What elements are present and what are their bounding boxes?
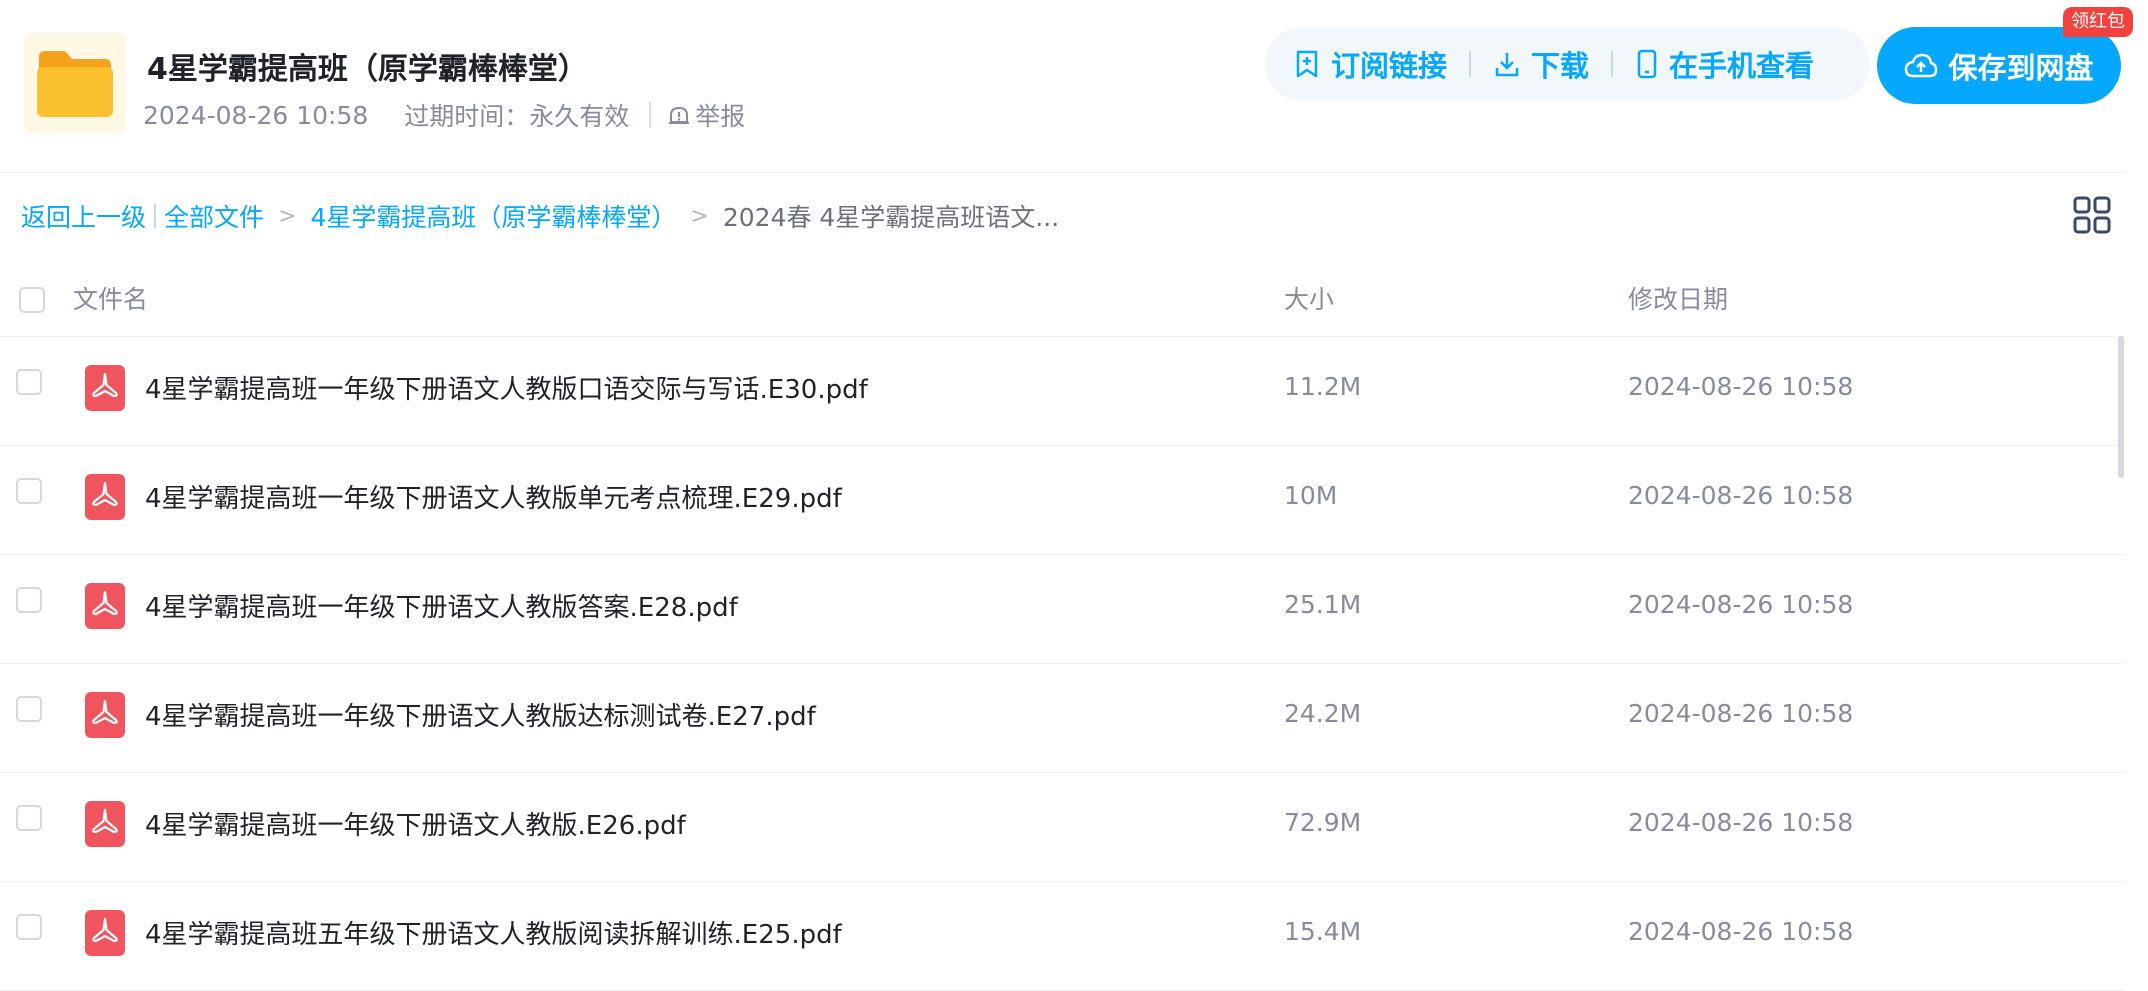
grid-view-icon[interactable] <box>2073 196 2111 234</box>
pdf-file-icon <box>85 910 125 956</box>
parent-folder-link[interactable]: 4星学霸提高班（原学霸棒棒堂） <box>310 198 676 234</box>
row-checkbox[interactable] <box>16 914 42 940</box>
view-on-mobile-button[interactable]: 在手机查看 <box>1635 43 1814 85</box>
download-label: 下载 <box>1531 49 1590 83</box>
select-all-checkbox[interactable] <box>19 287 45 313</box>
file-size: 15.4M <box>1284 917 1362 946</box>
folder-thumbnail <box>24 33 126 133</box>
back-link[interactable]: 返回上一级 <box>21 198 146 234</box>
table-row[interactable]: 4星学霸提高班一年级下册语文人教版.E26.pdf 72.9M 2024-08-… <box>0 773 2125 882</box>
download-button[interactable]: 下载 <box>1493 43 1589 85</box>
file-date: 2024-08-26 10:58 <box>1628 808 1854 837</box>
subscribe-button[interactable]: 订阅链接 <box>1293 43 1447 85</box>
file-name[interactable]: 4星学霸提高班一年级下册语文人教版达标测试卷.E27.pdf <box>145 696 816 733</box>
file-size: 11.2M <box>1284 372 1362 401</box>
subscribe-label: 订阅链接 <box>1331 49 1448 83</box>
table-row[interactable]: 4星学霸提高班一年级下册语文人教版口语交际与写话.E30.pdf 11.2M 2… <box>0 337 2125 446</box>
action-divider <box>1469 51 1472 77</box>
chevron-right-icon: > <box>690 203 709 229</box>
row-checkbox[interactable] <box>16 587 42 613</box>
file-date: 2024-08-26 10:58 <box>1628 699 1854 728</box>
file-name[interactable]: 4星学霸提高班一年级下册语文人教版答案.E28.pdf <box>145 587 738 624</box>
pdf-file-icon <box>85 583 125 629</box>
report-link[interactable]: 举报 <box>667 97 745 133</box>
pdf-file-icon <box>85 692 125 738</box>
table-row[interactable]: 4星学霸提高班五年级下册语文人教版阅读拆解训练.E25.pdf 15.4M 20… <box>0 882 2125 991</box>
table-row[interactable]: 4星学霸提高班一年级下册语文人教版达标测试卷.E27.pdf 24.2M 202… <box>0 664 2125 773</box>
file-date: 2024-08-26 10:58 <box>1628 372 1854 401</box>
file-name[interactable]: 4星学霸提高班一年级下册语文人教版单元考点梳理.E29.pdf <box>145 478 842 515</box>
column-size[interactable]: 大小 <box>1284 280 1334 316</box>
action-group: 订阅链接 下载 在手机查看 <box>1265 27 1870 101</box>
alert-icon <box>669 106 690 124</box>
mobile-label: 在手机查看 <box>1669 49 1815 83</box>
breadcrumb: 返回上一级 全部文件 > 4星学霸提高班（原学霸棒棒堂） > 2024春 4星学… <box>21 199 1059 233</box>
breadcrumb-divider <box>154 204 157 228</box>
action-divider <box>1611 51 1614 77</box>
save-to-cloud-button[interactable]: 保存到网盘 <box>1877 27 2121 104</box>
row-checkbox[interactable] <box>16 805 42 831</box>
pdf-file-icon <box>85 474 125 520</box>
row-checkbox[interactable] <box>16 696 42 722</box>
pdf-file-icon <box>85 801 125 847</box>
red-packet-badge[interactable]: 领红包 <box>2063 7 2133 37</box>
column-date[interactable]: 修改日期 <box>1628 280 1728 316</box>
all-files-link[interactable]: 全部文件 <box>164 198 264 234</box>
pdf-file-icon <box>85 365 125 411</box>
folder-icon <box>37 51 113 117</box>
row-checkbox[interactable] <box>16 478 42 504</box>
bookmark-plus-icon <box>1296 50 1318 78</box>
file-date: 2024-08-26 10:58 <box>1628 481 1854 510</box>
file-size: 10M <box>1284 481 1338 510</box>
share-meta: 2024-08-26 10:58 过期时间：永久有效 举报 <box>143 97 745 133</box>
file-name[interactable]: 4星学霸提高班一年级下册语文人教版.E26.pdf <box>145 805 686 842</box>
file-size: 72.9M <box>1284 808 1362 837</box>
file-date: 2024-08-26 10:58 <box>1628 590 1854 619</box>
column-name[interactable]: 文件名 <box>73 280 148 316</box>
table-row[interactable]: 4星学霸提高班一年级下册语文人教版答案.E28.pdf 25.1M 2024-0… <box>0 555 2125 664</box>
report-label: 举报 <box>695 102 746 131</box>
download-icon <box>1495 53 1519 77</box>
phone-icon <box>1637 49 1657 79</box>
current-folder: 2024春 4星学霸提高班语文... <box>722 203 1060 232</box>
file-size: 24.2M <box>1284 699 1362 728</box>
scrollbar-thumb[interactable] <box>2118 336 2124 478</box>
file-name[interactable]: 4星学霸提高班一年级下册语文人教版口语交际与写话.E30.pdf <box>145 369 868 406</box>
table-row[interactable]: 4星学霸提高班一年级下册语文人教版单元考点梳理.E29.pdf 10M 2024… <box>0 446 2125 555</box>
expire-text: 过期时间：永久有效 <box>404 102 630 131</box>
file-list: 4星学霸提高班一年级下册语文人教版口语交际与写话.E30.pdf 11.2M 2… <box>0 337 2125 991</box>
file-date: 2024-08-26 10:58 <box>1628 917 1854 946</box>
share-header: 4星学霸提高班（原学霸棒棒堂） 2024-08-26 10:58 过期时间：永久… <box>0 0 2133 173</box>
meta-divider <box>649 102 652 128</box>
row-checkbox[interactable] <box>16 369 42 395</box>
file-name[interactable]: 4星学霸提高班五年级下册语文人教版阅读拆解训练.E25.pdf <box>145 914 842 951</box>
share-title: 4星学霸提高班（原学霸棒棒堂） <box>147 52 588 87</box>
cloud-upload-icon <box>1905 53 1938 77</box>
chevron-right-icon: > <box>278 203 297 229</box>
save-label: 保存到网盘 <box>1948 50 2094 85</box>
share-time: 2024-08-26 10:58 <box>143 100 369 130</box>
file-size: 25.1M <box>1284 590 1362 619</box>
table-header: 文件名 大小 修改日期 <box>0 260 2125 337</box>
